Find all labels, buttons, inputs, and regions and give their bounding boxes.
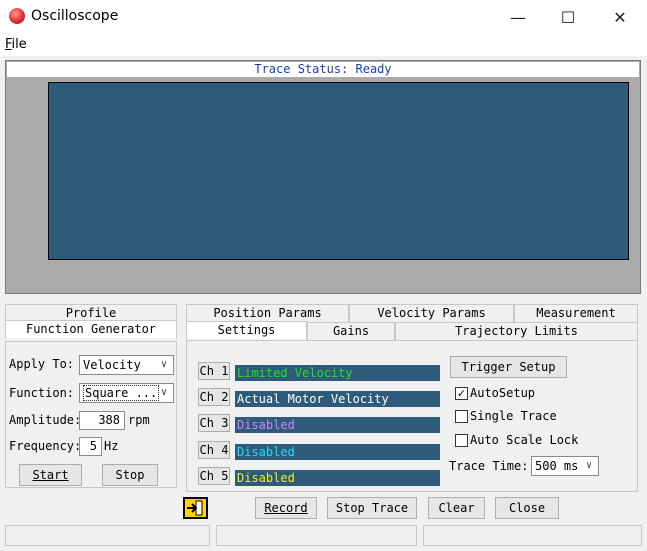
apply-to-value: Velocity xyxy=(83,358,141,372)
channel-2-button[interactable]: Ch 2 xyxy=(198,388,230,406)
frequency-label: Frequency: xyxy=(9,439,82,453)
record-button[interactable]: Record xyxy=(255,497,317,519)
autosetup-checkbox[interactable]: ✓ xyxy=(455,387,468,400)
stop-trace-button[interactable]: Stop Trace xyxy=(327,497,417,519)
maximize-button[interactable]: ☐ xyxy=(545,0,591,34)
status-bar-section-3 xyxy=(423,525,642,546)
title-bar: Oscilloscope — ☐ ✕ xyxy=(0,0,647,34)
channel-4-source[interactable]: Disabled xyxy=(235,444,440,460)
status-bar-section-2 xyxy=(216,525,417,546)
channel-5-button[interactable]: Ch 5 xyxy=(198,467,230,485)
menu-file[interactable]: File xyxy=(5,37,27,52)
start-button[interactable]: Start xyxy=(19,464,82,486)
channel-2-source[interactable]: Actual Motor Velocity xyxy=(235,391,440,407)
channel-3-source[interactable]: Disabled xyxy=(235,417,440,433)
chevron-down-icon: ∨ xyxy=(160,387,168,398)
close-window-button[interactable]: ✕ xyxy=(597,0,643,34)
close-button[interactable]: Close xyxy=(495,497,559,519)
stop-button[interactable]: Stop xyxy=(102,464,158,486)
export-icon[interactable] xyxy=(183,497,208,519)
tab-position-params[interactable]: Position Params xyxy=(186,304,349,322)
autosetup-label: AutoSetup xyxy=(470,386,536,400)
channel-4-button[interactable]: Ch 4 xyxy=(198,441,230,459)
function-select[interactable]: Square ... ∨ xyxy=(79,383,174,403)
function-value: Square ... xyxy=(83,385,160,401)
single-trace-checkbox[interactable] xyxy=(455,410,468,423)
channel-5-source[interactable]: Disabled xyxy=(235,470,440,486)
chevron-down-icon: ∨ xyxy=(585,460,593,471)
amplitude-label: Amplitude: xyxy=(9,413,82,427)
tab-measurement[interactable]: Measurement xyxy=(514,304,638,322)
single-trace-label: Single Trace xyxy=(470,409,557,423)
trace-time-value: 500 ms xyxy=(535,459,579,473)
trace-time-select[interactable]: 500 ms ∨ xyxy=(531,456,599,476)
tab-trajectory-limits[interactable]: Trajectory Limits xyxy=(395,322,638,340)
app-icon xyxy=(9,8,25,24)
apply-to-select[interactable]: Velocity ∨ xyxy=(79,355,174,375)
channel-1-button[interactable]: Ch 1 xyxy=(198,362,230,380)
clear-button[interactable]: Clear xyxy=(428,497,485,519)
function-label: Function: xyxy=(9,386,75,400)
trace-status: Trace Status: Ready xyxy=(7,62,639,77)
window-title: Oscilloscope xyxy=(31,8,119,24)
tab-gains[interactable]: Gains xyxy=(307,322,395,340)
auto-scale-lock-checkbox[interactable] xyxy=(455,434,468,447)
frequency-input[interactable]: 5 xyxy=(79,437,102,456)
tab-settings[interactable]: Settings xyxy=(186,321,307,339)
trigger-setup-button[interactable]: Trigger Setup xyxy=(450,356,567,378)
export-arrow-icon xyxy=(187,500,203,516)
trace-time-label: Trace Time: xyxy=(449,459,529,473)
channel-3-button[interactable]: Ch 3 xyxy=(198,414,230,432)
menu-bar: File xyxy=(0,34,647,56)
scope-display xyxy=(48,82,629,260)
scope-frame: Trace Status: Ready xyxy=(5,60,641,294)
minimize-button[interactable]: — xyxy=(495,0,541,34)
frequency-unit: Hz xyxy=(104,439,119,453)
tab-function-generator[interactable]: Function Generator xyxy=(5,320,177,338)
tab-velocity-params[interactable]: Velocity Params xyxy=(349,304,514,322)
status-bar-section-1 xyxy=(5,525,210,546)
apply-to-label: Apply To: xyxy=(9,357,75,371)
channel-1-source[interactable]: Limited Velocity xyxy=(235,365,440,381)
amplitude-unit: rpm xyxy=(128,413,150,427)
chevron-down-icon: ∨ xyxy=(160,359,168,370)
auto-scale-lock-label: Auto Scale Lock xyxy=(470,433,579,447)
amplitude-input[interactable]: 388 xyxy=(79,411,125,430)
